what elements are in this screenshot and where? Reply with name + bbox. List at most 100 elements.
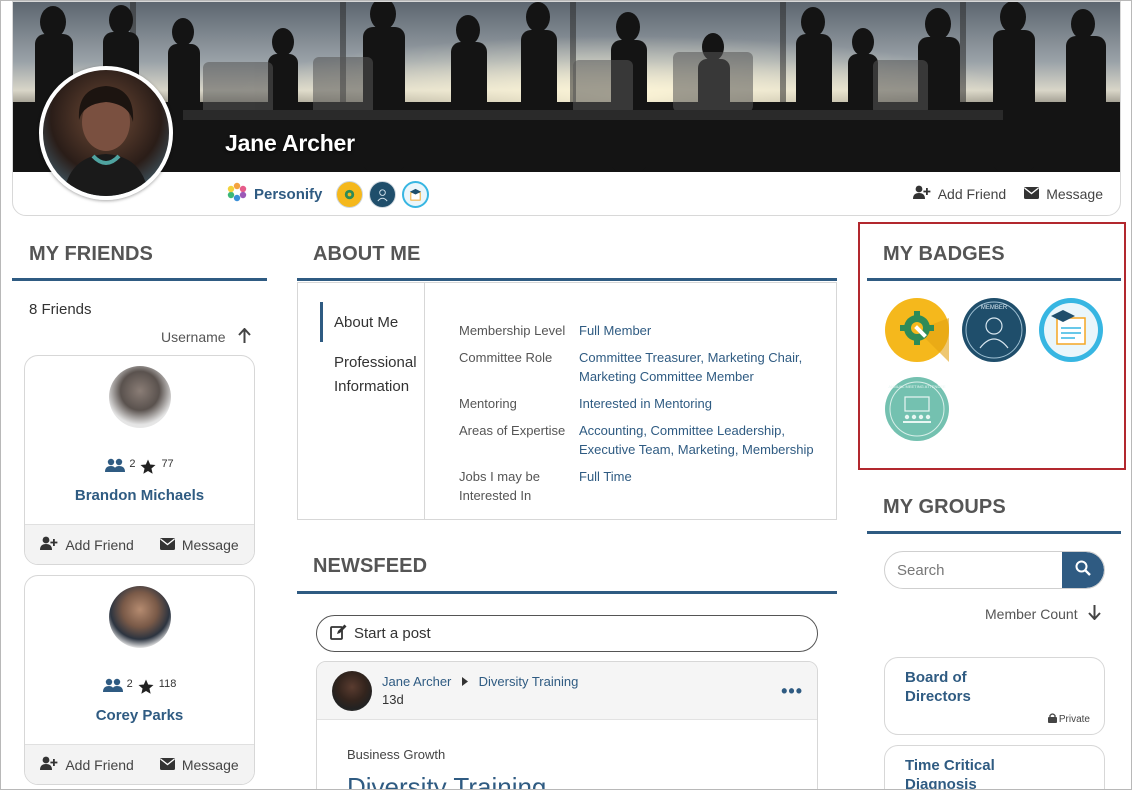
- friends-sort[interactable]: Username: [161, 327, 251, 346]
- start-post-label: Start a post: [354, 625, 431, 642]
- friend-card[interactable]: 2 77 Brandon Michaels Add Friend Message: [24, 355, 255, 565]
- friend-name[interactable]: Brandon Michaels: [25, 487, 254, 504]
- post-group[interactable]: Diversity Training: [479, 674, 579, 689]
- caret-right-icon: [462, 674, 468, 689]
- arrow-up-icon: [237, 327, 251, 346]
- search-button[interactable]: [1062, 552, 1104, 588]
- group-privacy-label: Private: [1058, 714, 1090, 725]
- star-icon: [137, 678, 155, 699]
- group-search: [884, 551, 1105, 589]
- friend-add-friend-button[interactable]: Add Friend: [40, 536, 134, 553]
- group-card[interactable]: Board of Directors Private: [884, 657, 1105, 735]
- group-card[interactable]: Time Critical Diagnosis: [884, 745, 1105, 789]
- post-meta: Jane Archer Diversity Training 13d: [382, 674, 578, 707]
- post-author-avatar[interactable]: [332, 671, 372, 711]
- about-label: Committee Role: [459, 350, 553, 365]
- post-title[interactable]: Diversity Training: [347, 772, 546, 789]
- edit-icon: [330, 624, 347, 644]
- friend-message-button[interactable]: Message: [159, 756, 239, 773]
- group-name[interactable]: Board of Directors: [905, 668, 1025, 706]
- friend-stats: 2 77: [25, 458, 254, 479]
- group-search-input[interactable]: [885, 552, 1065, 588]
- friend-avatar[interactable]: [108, 586, 171, 648]
- friend-card[interactable]: 2 118 Corey Parks Add Friend Message: [24, 575, 255, 785]
- organization-row: Personify: [226, 181, 430, 208]
- about-label: Areas of Expertise: [459, 423, 566, 438]
- personify-logo-icon: [226, 181, 248, 208]
- organization-name[interactable]: Personify: [254, 186, 322, 203]
- profile-header: Jane Archer Personify Add Friend Message: [12, 1, 1121, 216]
- add-friend-button[interactable]: Add Friend: [912, 185, 1007, 202]
- group-name[interactable]: Time Critical Diagnosis: [905, 756, 1045, 789]
- envelope-icon: [159, 757, 175, 773]
- friend-add-friend-button[interactable]: Add Friend: [40, 756, 134, 773]
- post-time: 13d: [382, 692, 404, 707]
- friends-count: 2: [126, 678, 133, 690]
- points-count: 118: [158, 678, 177, 690]
- post-card: Jane Archer Diversity Training 13d ••• B…: [316, 661, 818, 789]
- friends-heading: MY FRIENDS: [29, 243, 153, 265]
- graduation-badge-icon[interactable]: [402, 181, 430, 208]
- about-label: Membership Level: [459, 323, 566, 338]
- post-header: Jane Archer Diversity Training 13d •••: [317, 662, 817, 720]
- about-row: Membership Level Full Member: [459, 321, 819, 340]
- about-value[interactable]: Full Time: [579, 467, 819, 505]
- about-value[interactable]: Interested in Mentoring: [579, 394, 819, 413]
- groups-heading-rule: [867, 531, 1121, 534]
- friend-avatar[interactable]: [108, 366, 171, 428]
- friends-count: 2: [129, 458, 136, 470]
- friend-actions: Add Friend Message: [25, 524, 254, 564]
- friend-actions: Add Friend Message: [25, 744, 254, 784]
- tab-about-me[interactable]: About Me: [334, 311, 398, 335]
- friend-count: 8 Friends: [29, 301, 92, 318]
- tab-professional-information[interactable]: Professional Information: [334, 351, 426, 399]
- post-category: Business Growth: [347, 747, 446, 762]
- groups-sort[interactable]: Member Count: [985, 605, 1101, 623]
- cover-photo: [13, 2, 1120, 172]
- envelope-icon: [159, 537, 175, 553]
- groups-sort-label: Member Count: [985, 606, 1078, 622]
- add-user-icon: [912, 185, 931, 202]
- star-icon: [139, 458, 157, 479]
- about-row: Jobs I may be Interested In Full Time: [459, 467, 819, 505]
- about-label: Jobs I may be Interested In: [459, 469, 540, 503]
- member-badge-icon[interactable]: [369, 181, 397, 208]
- profile-name: Jane Archer: [225, 130, 355, 156]
- friends-heading-rule: [12, 278, 267, 281]
- more-options-icon[interactable]: •••: [781, 681, 803, 702]
- points-count: 77: [161, 458, 174, 470]
- message-label: Message: [181, 756, 239, 773]
- profile-actions: Add Friend Message: [912, 185, 1103, 202]
- profile-page: Jane Archer Personify Add Friend Message…: [0, 0, 1132, 790]
- friends-icon: [102, 678, 123, 695]
- about-row: Areas of Expertise Accounting, Committee…: [459, 421, 819, 459]
- start-post-button[interactable]: Start a post: [316, 615, 818, 652]
- add-user-icon: [40, 756, 58, 773]
- about-heading-rule: [297, 278, 837, 281]
- envelope-icon: [1024, 186, 1040, 202]
- badges-highlight-box: [858, 222, 1126, 470]
- add-friend-label: Add Friend: [937, 185, 1007, 202]
- message-label: Message: [181, 536, 239, 553]
- friend-name[interactable]: Corey Parks: [25, 707, 254, 724]
- about-label: Mentoring: [459, 396, 517, 411]
- friends-sort-label: Username: [161, 329, 226, 345]
- about-panel: About Me Professional Information Member…: [297, 282, 837, 520]
- about-value[interactable]: Committee Treasurer, Marketing Chair, Ma…: [579, 348, 819, 386]
- gear-badge-icon[interactable]: [336, 181, 364, 208]
- about-value[interactable]: Full Member: [579, 321, 819, 340]
- about-value[interactable]: Accounting, Committee Leadership, Execut…: [579, 421, 819, 459]
- add-user-icon: [40, 536, 58, 553]
- arrow-down-icon: [1087, 605, 1101, 623]
- newsfeed-heading: NEWSFEED: [313, 555, 428, 577]
- friend-message-button[interactable]: Message: [159, 536, 239, 553]
- message-button[interactable]: Message: [1024, 185, 1103, 202]
- profile-avatar: [39, 66, 173, 200]
- post-author[interactable]: Jane Archer: [382, 674, 451, 689]
- message-label: Message: [1046, 185, 1103, 202]
- add-friend-label: Add Friend: [65, 536, 134, 553]
- friend-stats: 2 118: [25, 678, 254, 699]
- group-privacy: Private: [1047, 713, 1090, 726]
- groups-heading: MY GROUPS: [883, 496, 1006, 518]
- about-tabs: About Me Professional Information: [298, 283, 425, 519]
